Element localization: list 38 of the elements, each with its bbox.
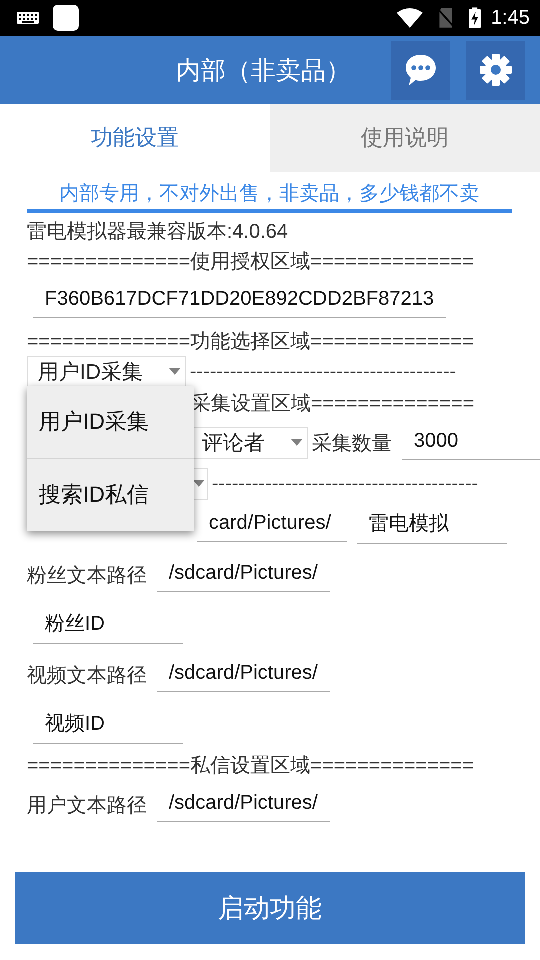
input-field[interactable]: 粉丝ID — [33, 606, 183, 644]
label-text: 采集数量 — [312, 432, 392, 456]
label-text: 用户文本路径 — [27, 794, 147, 818]
clock-time: 1:45 — [491, 6, 530, 30]
tab[interactable]: 使用说明 — [270, 104, 540, 172]
notice-text: 内部专用，不对外出售，非卖品，多少钱都不卖 — [27, 180, 512, 213]
chat-button[interactable] — [391, 40, 450, 100]
label-text: ---------------------------------------- — [212, 472, 478, 496]
label-text: 雷电模拟器最兼容版本:4.0.64 — [27, 220, 288, 244]
input-field[interactable]: 3000 — [402, 426, 540, 460]
wifi-icon — [397, 8, 424, 28]
input-field[interactable]: 雷电模拟 — [357, 506, 507, 544]
input-field[interactable]: card/Pictures/ — [197, 508, 347, 542]
caret-icon — [193, 480, 205, 488]
menu-item[interactable]: 用户ID采集 — [27, 386, 194, 458]
input-field[interactable]: /sdcard/Pictures/ — [157, 788, 330, 822]
label-text: ---------------------------------------- — [190, 360, 456, 384]
input-field[interactable]: /sdcard/Pictures/ — [157, 558, 330, 592]
input-field[interactable]: F360B617DCF71DD20E892CDD2BF87213 — [33, 284, 446, 318]
settings-icon — [478, 53, 512, 87]
app-title: 内部（非卖品） — [176, 56, 351, 86]
start-button[interactable]: 启动功能 — [15, 872, 525, 944]
no-sim-icon — [437, 8, 456, 28]
caret-icon — [169, 368, 181, 376]
label-text: 视频文本路径 — [27, 664, 147, 688]
battery-charging-icon — [469, 7, 482, 29]
keyboard-icon — [17, 12, 39, 24]
caret-icon — [291, 439, 303, 447]
app-notification-icon — [53, 5, 79, 31]
input-field[interactable]: 视频ID — [33, 706, 183, 744]
chat-bubble-icon — [404, 53, 438, 87]
label-text: ==============私信设置区域============== — [27, 754, 474, 778]
input-field[interactable]: /sdcard/Pictures/ — [157, 658, 330, 692]
settings-button[interactable] — [466, 40, 525, 100]
label-text: ==============功能选择区域============== — [27, 330, 474, 354]
label-text: ==============使用授权区域============== — [27, 250, 474, 274]
label-text: 粉丝文本路径 — [27, 564, 147, 588]
menu-item[interactable]: 搜索ID私信 — [27, 458, 194, 531]
